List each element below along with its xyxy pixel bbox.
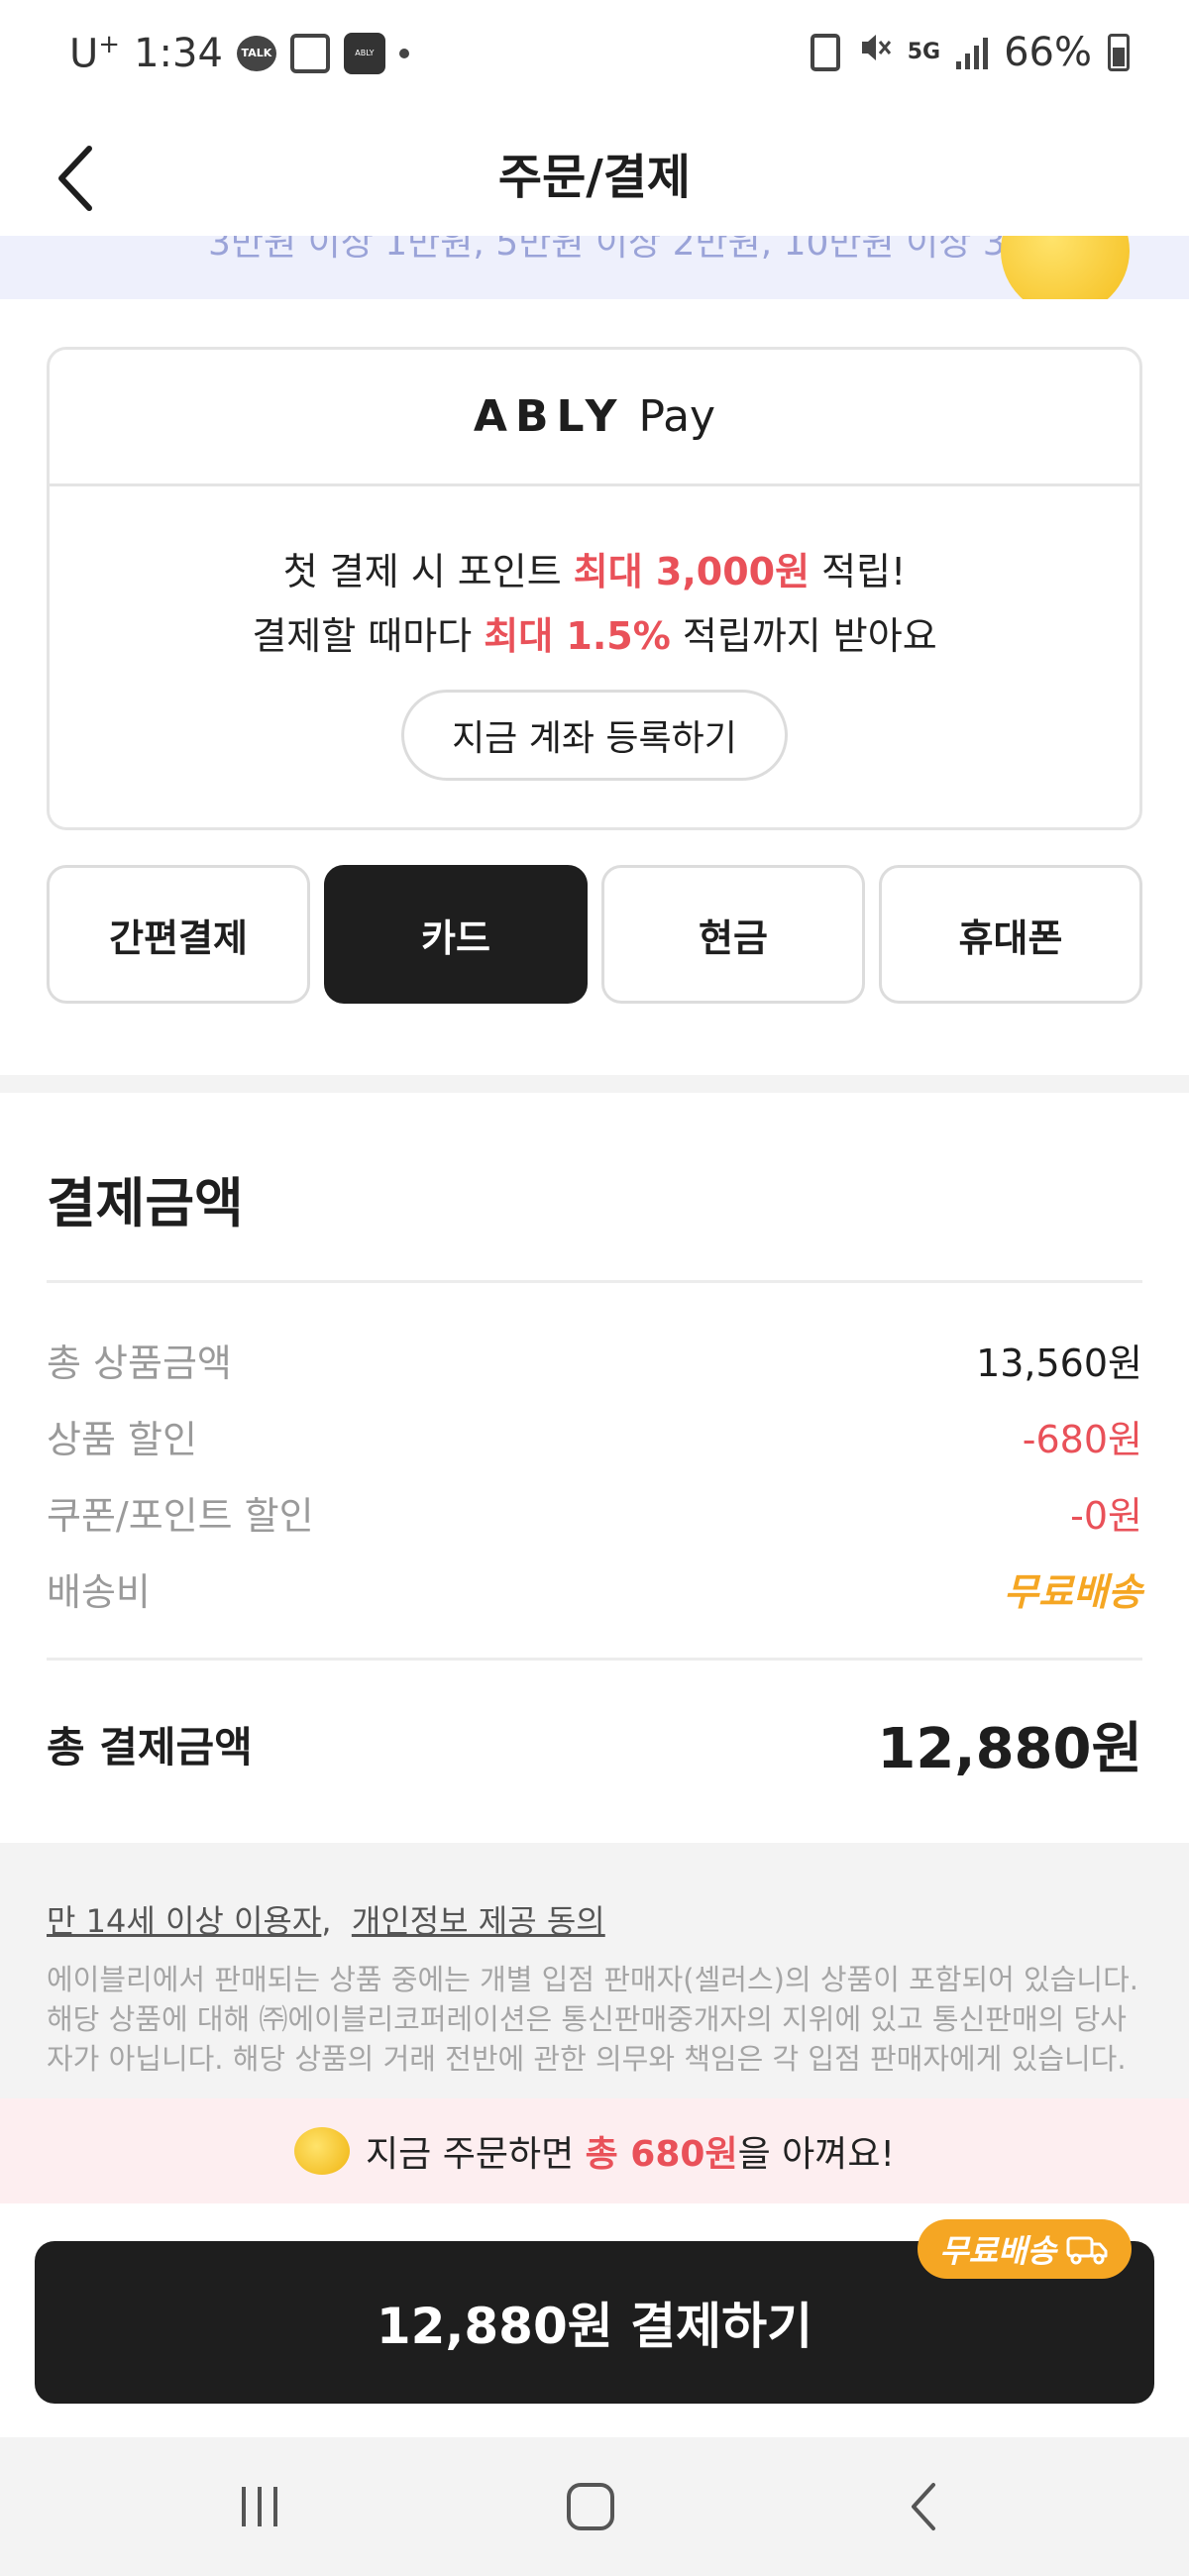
- benefit1-highlight: 최대 3,000원: [573, 550, 811, 593]
- subtotal-label: 총 상품금액: [47, 1342, 232, 1385]
- carrier-plus: +: [98, 30, 121, 59]
- register-account-button[interactable]: 지금 계좌 등록하기: [401, 690, 788, 781]
- status-bar-right: 5G 66%: [810, 30, 1130, 75]
- ably-logo: ABLY: [473, 391, 625, 442]
- privacy-consent-link[interactable]: 개인정보 제공 동의: [352, 1902, 605, 1940]
- back-icon: [912, 2483, 935, 2530]
- recent-apps-icon: [242, 2487, 277, 2526]
- product-discount-label: 상품 할인: [47, 1418, 197, 1461]
- method-phone[interactable]: 휴대폰: [879, 865, 1142, 1004]
- shipping-value: 무료배송: [1004, 1570, 1142, 1614]
- app-header: 주문/결제: [0, 124, 1189, 236]
- legal-notice: 만 14세 이상 이용자, 개인정보 제공 동의 에이블리에서 판매되는 상품 …: [0, 1843, 1189, 2100]
- status-bar: U+ 1:34 TALK ABLY 5G 66%: [0, 0, 1189, 124]
- free-shipping-badge-label: 무료배송: [939, 2232, 1056, 2270]
- method-cash[interactable]: 현금: [601, 865, 865, 1004]
- device-icon: [289, 33, 330, 73]
- truck-icon: [1066, 2236, 1108, 2265]
- section-divider: [0, 1075, 1189, 1093]
- page-title: 주문/결제: [497, 150, 692, 205]
- payment-amount-title: 결제금액: [47, 1172, 244, 1234]
- product-discount-value: -680원: [1022, 1418, 1142, 1461]
- more-notifications-dot: [398, 48, 409, 58]
- home-button[interactable]: [551, 2477, 630, 2536]
- free-shipping-badge: 무료배송: [918, 2219, 1132, 2279]
- summary-row-product-discount: 상품 할인 -680원: [47, 1409, 1142, 1463]
- subtotal-value: 13,560원: [976, 1342, 1142, 1385]
- ably-app-icon: ABLY: [343, 32, 385, 74]
- coupon-discount-label: 쿠폰/포인트 할인: [47, 1494, 314, 1538]
- total-value: 12,880원: [877, 1717, 1142, 1781]
- carrier: U+: [69, 30, 120, 76]
- battery-percent: 66%: [1004, 30, 1092, 75]
- nav-back-button[interactable]: [886, 2477, 965, 2536]
- summary-row-shipping: 배송비 무료배송: [47, 1561, 1142, 1616]
- clock: 1:34: [134, 30, 223, 76]
- method-easy-pay[interactable]: 간편결제: [47, 865, 310, 1004]
- ably-pay-benefit-line1: 첫 결제 시 포인트 최대 3,000원 적립!: [50, 541, 1139, 595]
- total-label: 총 결제금액: [47, 1723, 253, 1771]
- battery-icon: [1108, 34, 1130, 71]
- savings-banner: 지금 주문하면 총 680원을 아껴요!: [0, 2098, 1189, 2203]
- pay-logo-text: Pay: [638, 391, 716, 442]
- legal-separator: ,: [321, 1902, 332, 1940]
- benefit2-text: 결제할 때마다: [252, 614, 485, 658]
- savings-suffix: 을 아껴요!: [737, 2134, 895, 2175]
- benefit2-highlight: 최대 1.5%: [484, 614, 671, 658]
- home-icon: [567, 2483, 614, 2530]
- coupon-discount-value: -0원: [1070, 1494, 1142, 1538]
- summary-total-row: 총 결제금액 12,880원: [47, 1704, 1142, 1784]
- coin-icon: [294, 2127, 351, 2175]
- ably-pay-benefit-line2: 결제할 때마다 최대 1.5% 적립까지 받아요: [50, 605, 1139, 660]
- promo-banner[interactable]: 3만원 이상 1만원, 5만원 이상 2만원, 10만원 이상 3만원: [0, 236, 1189, 299]
- savings-text: 지금 주문하면 총 680원을 아껴요!: [366, 2125, 895, 2177]
- legal-links: 만 14세 이상 이용자, 개인정보 제공 동의: [47, 1896, 605, 1942]
- summary-divider-bottom: [47, 1658, 1142, 1661]
- signal-icon: [956, 36, 989, 69]
- carrier-name: U: [69, 31, 99, 77]
- summary-divider-top: [47, 1280, 1142, 1283]
- status-bar-left: U+ 1:34 TALK ABLY: [69, 30, 409, 76]
- benefit1-text: 첫 결제 시 포인트: [282, 550, 574, 593]
- age-consent-link[interactable]: 만 14세 이상 이용자: [47, 1902, 321, 1940]
- shipping-label: 배송비: [47, 1570, 151, 1614]
- payment-method-tabs: 간편결제 카드 현금 휴대폰: [47, 865, 1142, 1004]
- checkout-bar: 12,880원 결제하기 무료배송: [0, 2203, 1189, 2437]
- method-card[interactable]: 카드: [324, 865, 588, 1004]
- summary-row-subtotal: 총 상품금액 13,560원: [47, 1333, 1142, 1387]
- benefit2-suffix: 적립까지 받아요: [670, 614, 937, 658]
- nfc-icon: [810, 34, 840, 71]
- benefit1-suffix: 적립!: [810, 550, 907, 593]
- coin-icon: [1001, 236, 1130, 299]
- promo-banner-text: 3만원 이상 1만원, 5만원 이상 2만원, 10만원 이상 3만원: [208, 236, 1071, 264]
- mute-icon: [856, 30, 892, 75]
- network-5g-icon: 5G: [907, 40, 941, 64]
- ably-pay-card: ABLY Pay 첫 결제 시 포인트 최대 3,000원 적립! 결제할 때마…: [47, 347, 1142, 830]
- recent-apps-button[interactable]: [220, 2477, 299, 2536]
- legal-text: 에이블리에서 판매되는 상품 중에는 개별 입점 판매자(셀러스)의 상품이 포…: [47, 1963, 1138, 2076]
- ably-pay-logo-row: ABLY Pay: [50, 350, 1139, 486]
- summary-row-coupon-discount: 쿠폰/포인트 할인 -0원: [47, 1485, 1142, 1540]
- savings-prefix: 지금 주문하면: [366, 2134, 586, 2175]
- savings-amount: 총 680원: [585, 2134, 738, 2175]
- system-nav-bar: [0, 2437, 1189, 2576]
- kakaotalk-icon: TALK: [236, 35, 276, 71]
